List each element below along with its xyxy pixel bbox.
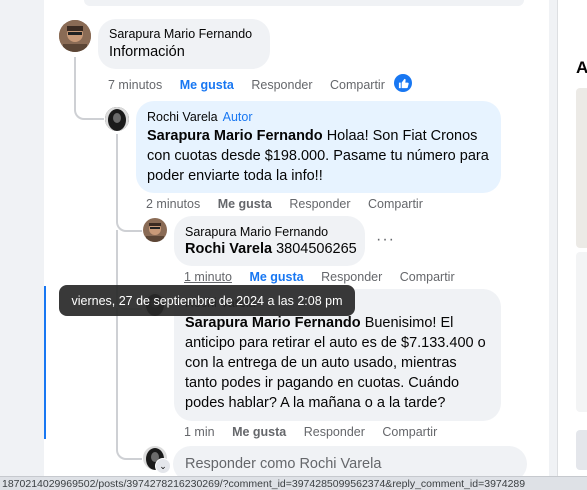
reply-button[interactable]: Responder [321,270,382,284]
focused-comment-indicator [44,286,46,439]
mention-link[interactable]: Rochi Varela [185,241,272,257]
mention-link[interactable]: Sarapura Mario Fernando [147,128,323,144]
share-button[interactable]: Compartir [330,78,385,92]
share-button[interactable]: Compartir [400,270,455,284]
previous-card-edge [84,0,524,6]
comment-text: Rochi Varela 3804506265 [185,241,357,257]
thread-connector [116,212,142,232]
sidebar-card[interactable] [576,252,587,412]
sidebar-card[interactable] [576,430,587,470]
like-button[interactable]: Me gusta [218,197,272,211]
right-sidebar: A [557,0,587,490]
like-reaction-icon[interactable] [394,74,412,92]
mention-link[interactable]: Sarapura Mario Fernando [185,315,361,331]
reply-button[interactable]: Responder [289,197,350,211]
sidebar-heading: A [576,58,587,78]
comment-actions: 1 min Me gusta Responder Compartir [184,425,451,439]
avatar[interactable] [105,107,129,131]
more-options-button[interactable]: ··· [376,231,395,249]
comment-text: Sarapura Mario Fernando Holaa! Son Fiat … [147,128,489,184]
thread-connector [74,96,104,120]
comment-timestamp[interactable]: 2 minutos [146,197,200,211]
comment-text: Sarapura Mario Fernando Buenisimo! El an… [185,315,486,411]
status-bar-url: 1870214029969502/posts/3974278216230269/… [0,476,587,490]
comment-text: Información [109,44,185,60]
comment-author[interactable]: Rochi Varela [147,110,218,124]
comment-timestamp[interactable]: 1 minuto [184,270,232,284]
comment-bubble: Rochi Varela Autor Sarapura Mario Fernand… [136,101,501,193]
comment-bubble: Sarapura Mario Fernando Información [98,19,270,69]
comment-actions: 1 minuto Me gusta Responder Compartir [184,270,469,284]
timestamp-tooltip: viernes, 27 de septiembre de 2024 a las … [59,285,355,316]
comment-author[interactable]: Sarapura Mario Fernando [185,225,365,239]
like-button[interactable]: Me gusta [249,270,303,284]
share-button[interactable]: Compartir [382,425,437,439]
thread-line [74,57,76,97]
comment-actions: 7 minutos Me gusta Responder Compartir [108,78,399,92]
comment-timestamp[interactable]: 1 min [184,425,215,439]
thread-connector [116,440,142,460]
avatar[interactable] [143,218,167,242]
like-button[interactable]: Me gusta [232,425,286,439]
reply-button[interactable]: Responder [251,78,312,92]
comment-actions: 2 minutos Me gusta Responder Compartir [146,197,437,211]
thread-line [116,134,118,214]
comment-bubble: Sarapura Mario Fernando Rochi Varela 380… [174,216,365,266]
like-button[interactable]: Me gusta [180,78,234,92]
comment-author[interactable]: Sarapura Mario Fernando [109,27,270,41]
account-switch-icon[interactable]: ⌄ [155,458,171,474]
share-button[interactable]: Compartir [368,197,423,211]
comment-timestamp[interactable]: 7 minutos [108,78,162,92]
sidebar-card[interactable] [576,88,587,248]
thread-line [116,308,118,450]
author-badge: Autor [222,110,253,124]
reply-button[interactable]: Responder [304,425,365,439]
avatar[interactable] [59,20,91,52]
